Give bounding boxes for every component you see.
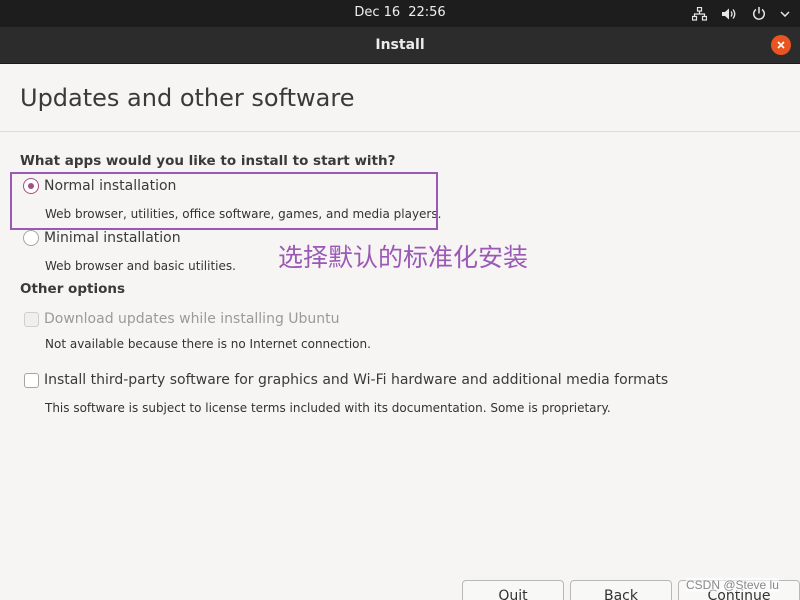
- clock[interactable]: Dec 16 22:56: [0, 5, 800, 20]
- other-options-heading: Other options: [20, 281, 125, 297]
- chevron-down-icon[interactable]: [780, 5, 790, 22]
- power-icon[interactable]: [750, 5, 768, 22]
- system-tray[interactable]: [690, 5, 790, 22]
- option-label: Minimal installation: [44, 230, 181, 246]
- back-button[interactable]: Back: [570, 580, 672, 600]
- install-question: What apps would you like to install to s…: [20, 153, 396, 169]
- annotation-text: 选择默认的标准化安装: [278, 243, 529, 272]
- divider: [0, 131, 800, 132]
- top-bar: Dec 16 22:56: [0, 0, 800, 27]
- quit-button[interactable]: Quit: [462, 580, 564, 600]
- checkbox-box[interactable]: [24, 372, 39, 388]
- network-icon[interactable]: [690, 5, 708, 22]
- third-party-software-checkbox[interactable]: Install third-party software for graphic…: [24, 372, 668, 388]
- annotation-highlight-box: [10, 172, 438, 230]
- window-header: Install: [0, 27, 800, 64]
- close-icon: [777, 41, 785, 49]
- watermark: CSDN @Steve lu: [686, 578, 779, 592]
- checkbox-label: Download updates while installing Ubuntu: [44, 311, 340, 327]
- window-title: Install: [375, 37, 425, 53]
- volume-icon[interactable]: [720, 5, 738, 22]
- radio-indicator[interactable]: [23, 230, 39, 246]
- checkbox-description: This software is subject to license term…: [45, 401, 611, 415]
- checkbox-label: Install third-party software for graphic…: [44, 372, 669, 388]
- minimal-installation-radio[interactable]: Minimal installation: [23, 230, 181, 246]
- page-title: Updates and other software: [20, 84, 355, 112]
- clock-date: Dec 16: [354, 5, 401, 20]
- checkbox-box[interactable]: [24, 311, 39, 327]
- checkbox-description: Not available because there is no Intern…: [45, 337, 371, 351]
- close-button[interactable]: [771, 35, 791, 55]
- clock-time: 22:56: [408, 5, 446, 20]
- option-description: Web browser and basic utilities.: [45, 259, 236, 273]
- download-updates-checkbox[interactable]: Download updates while installing Ubuntu: [24, 311, 340, 327]
